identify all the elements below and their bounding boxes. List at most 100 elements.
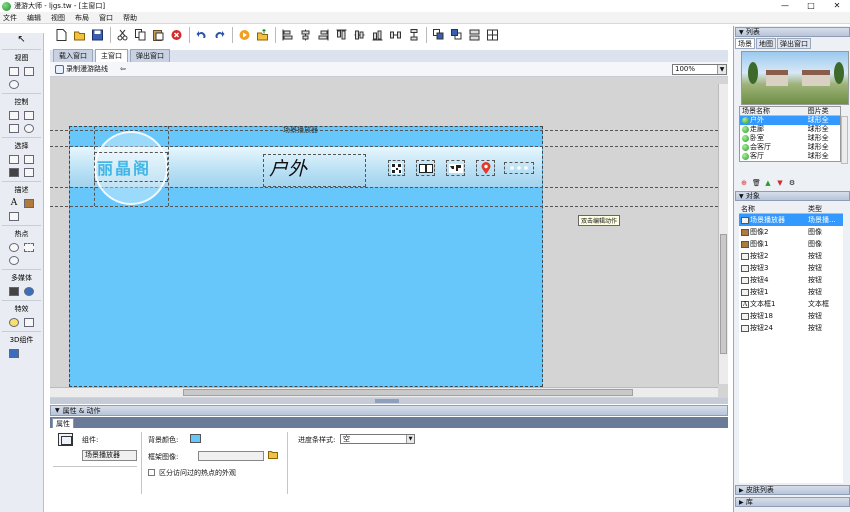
menu-window[interactable]: 窗口 [99, 13, 113, 23]
scene-row[interactable]: 卧室 球形全 [740, 134, 840, 143]
hotspot-poly-icon[interactable] [9, 256, 19, 265]
select-window-icon[interactable] [24, 155, 34, 164]
select-list-icon[interactable] [9, 155, 19, 164]
column-header[interactable]: 名称 [739, 205, 806, 213]
delete-button[interactable] [168, 27, 184, 43]
back-button[interactable]: ⇦ [120, 65, 126, 73]
align-bottom-button[interactable] [369, 27, 385, 43]
menu-view[interactable]: 视图 [51, 13, 65, 23]
browse-folder-button[interactable] [268, 450, 278, 460]
view-split-icon[interactable] [24, 67, 34, 76]
tab-popups[interactable]: 弹出窗口 [777, 38, 811, 49]
move-down-icon[interactable]: ▼ [776, 179, 784, 187]
tab-popup-window[interactable]: 弹出窗口 [130, 49, 170, 62]
tab-map[interactable]: 地图 [756, 38, 776, 49]
distinguish-visited-checkbox[interactable] [148, 469, 155, 476]
location-button[interactable] [476, 160, 495, 176]
scene-row[interactable]: 户外 球形全 [740, 116, 840, 125]
minimize-button[interactable]: — [772, 0, 798, 12]
video-icon[interactable] [9, 287, 19, 296]
menu-help[interactable]: 帮助 [123, 13, 137, 23]
hotspot-area-icon[interactable] [24, 243, 34, 252]
hotspot-point-icon[interactable] [9, 243, 19, 252]
zoom-select[interactable]: 100% ▼ [672, 64, 727, 75]
select-thumbnail-icon[interactable] [9, 168, 19, 177]
delete-scene-icon[interactable]: 🗑 [752, 179, 761, 187]
component-name-field[interactable]: 场景播放器 [82, 450, 137, 461]
distribute-v-button[interactable] [405, 27, 421, 43]
open-button[interactable] [71, 27, 87, 43]
column-header[interactable]: 场景名称 [740, 107, 806, 115]
control-disable-icon[interactable] [24, 124, 34, 133]
object-row[interactable]: 按钮3 按钮 [739, 262, 843, 274]
object-row[interactable]: A 文本框1 文本框 [739, 298, 843, 310]
undo-button[interactable] [193, 27, 209, 43]
more-button[interactable] [504, 162, 534, 174]
scene-settings-icon[interactable]: ⚙ [788, 179, 796, 187]
object-row[interactable]: 图像2 图像 [739, 226, 843, 238]
image-icon[interactable] [24, 199, 34, 208]
control-panel-icon[interactable] [24, 111, 34, 120]
send-back-button[interactable] [448, 27, 464, 43]
preview-button[interactable] [236, 27, 252, 43]
close-button[interactable]: ✕ [824, 0, 850, 12]
bgcolor-swatch[interactable] [190, 434, 201, 443]
3d-component-icon[interactable] [9, 349, 19, 358]
distribute-h-button[interactable] [387, 27, 403, 43]
align-left-button[interactable] [279, 27, 295, 43]
canvas-vertical-scrollbar[interactable] [718, 84, 728, 384]
maximize-button[interactable]: □ [798, 0, 824, 12]
tab-main-window[interactable]: 主窗口 [95, 49, 128, 62]
sound-icon[interactable] [24, 287, 34, 296]
object-row[interactable]: 按钮18 按钮 [739, 310, 843, 322]
scene-row[interactable]: 走廊 球形全 [740, 125, 840, 134]
select-map-icon[interactable] [24, 168, 34, 177]
record-path-button[interactable]: 录制漫游路线 [55, 64, 108, 74]
canvas-horizontal-scrollbar[interactable] [50, 387, 718, 397]
column-header[interactable]: 类型 [806, 205, 841, 213]
save-button[interactable] [89, 27, 105, 43]
paste-button[interactable] [150, 27, 166, 43]
view-globe-icon[interactable] [9, 80, 19, 89]
align-center-button[interactable] [297, 27, 313, 43]
add-scene-icon[interactable]: ⊕ [740, 179, 748, 187]
frame-image-field[interactable] [198, 451, 264, 461]
select-pointer-icon[interactable]: ↖ [17, 35, 25, 45]
effect-icon[interactable] [24, 318, 34, 327]
copy-button[interactable] [132, 27, 148, 43]
library-header[interactable]: ▶ 库 [735, 497, 850, 507]
move-up-icon[interactable]: ▲ [764, 179, 772, 187]
cut-button[interactable] [114, 27, 130, 43]
menu-edit[interactable]: 编辑 [27, 13, 41, 23]
menu-file[interactable]: 文件 [3, 13, 17, 23]
object-row[interactable]: 图像1 图像 [739, 238, 843, 250]
qrcode-button[interactable] [388, 160, 405, 176]
scene-list-scrollbar[interactable] [841, 116, 848, 164]
object-row[interactable]: 按钮1 按钮 [739, 286, 843, 298]
thumbnails-button[interactable] [416, 160, 435, 176]
column-header[interactable]: 图片类 [806, 107, 840, 115]
scene-row[interactable]: 客厅 球形全 [740, 152, 840, 161]
tab-properties[interactable]: 属性 [52, 418, 74, 428]
collapse-arrow-icon[interactable]: ▼ [55, 407, 60, 414]
progress-style-select[interactable]: 空 ▼ [340, 434, 415, 444]
sun-effect-icon[interactable] [9, 318, 19, 327]
scene-row[interactable]: 会客厅 球形全 [740, 143, 840, 152]
menu-layout[interactable]: 布局 [75, 13, 89, 23]
redo-button[interactable] [211, 27, 227, 43]
bring-front-button[interactable] [430, 27, 446, 43]
splitter-grip[interactable] [375, 399, 399, 403]
new-button[interactable] [53, 27, 69, 43]
text-icon[interactable]: A [9, 199, 19, 208]
object-row[interactable]: 场景播放器 场景播... [739, 214, 843, 226]
align-right-button[interactable] [315, 27, 331, 43]
collapse-arrow-icon[interactable]: ▼ [739, 193, 744, 200]
control-slider-icon[interactable] [9, 124, 19, 133]
object-row[interactable]: 按钮24 按钮 [739, 322, 843, 334]
collapse-arrow-icon[interactable]: ▼ [739, 29, 744, 36]
scroll-thumb[interactable] [183, 389, 633, 396]
grid-button[interactable] [484, 27, 500, 43]
skin-list-header[interactable]: ▶ 皮肤列表 [735, 485, 850, 495]
align-top-button[interactable] [333, 27, 349, 43]
scroll-thumb[interactable] [720, 234, 727, 354]
